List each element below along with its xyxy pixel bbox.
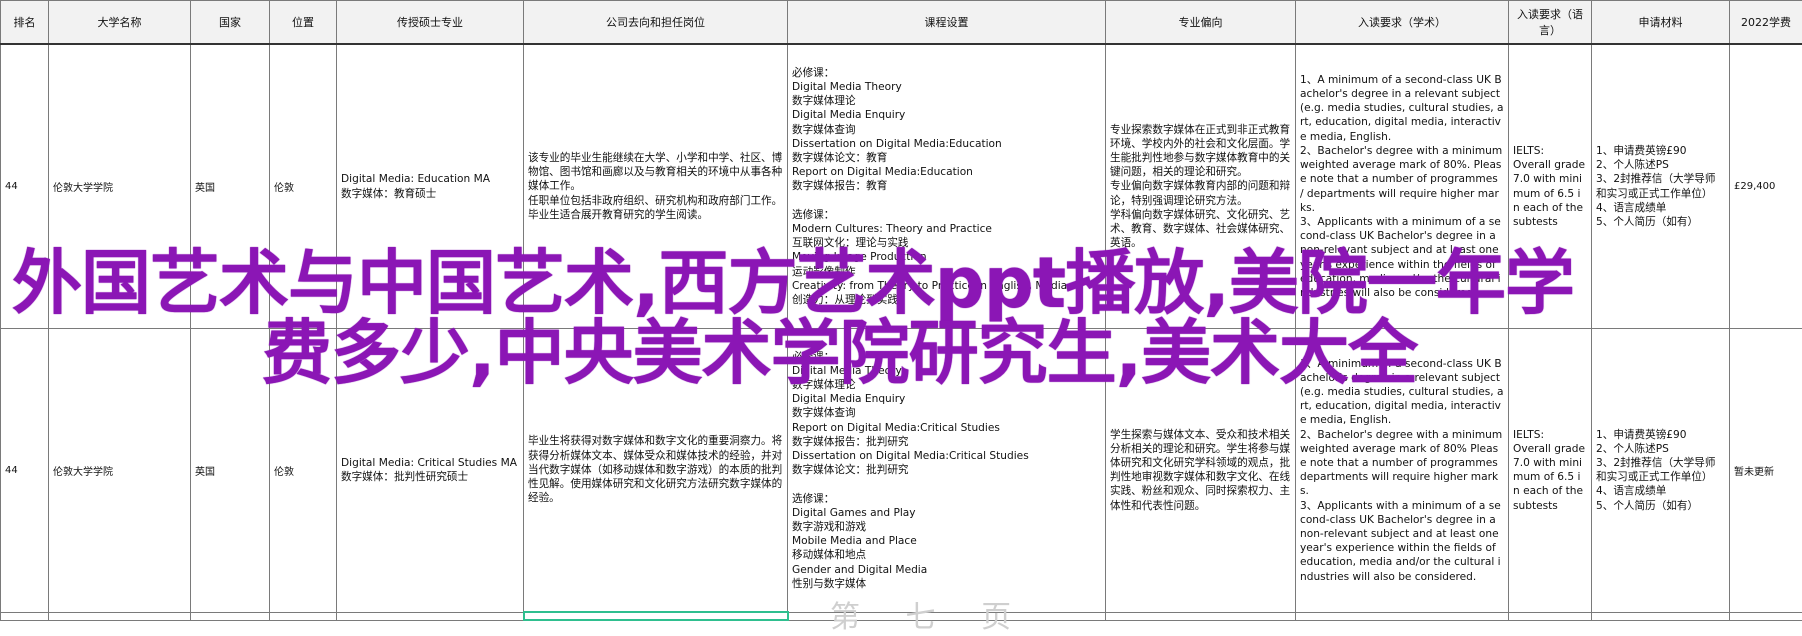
- cell-empty[interactable]: [49, 612, 191, 620]
- ghost-page-text: 第 七 页: [830, 592, 1029, 636]
- cell-academic[interactable]: 1、A minimum of a second-class UK Bachelo…: [1296, 329, 1509, 613]
- cell-courses[interactable]: 必修课： Digital Media Theory 数字媒体理论 Digital…: [788, 44, 1106, 329]
- header-careers[interactable]: 公司去向和担任岗位: [524, 1, 788, 45]
- cell-careers[interactable]: 该专业的毕业生能继续在大学、小学和中学、社区、博物馆、图书馆和画廊以及与教育相关…: [524, 44, 788, 329]
- cell-rank[interactable]: 44: [1, 329, 49, 613]
- cell-empty[interactable]: [1592, 612, 1730, 620]
- header-university[interactable]: 大学名称: [49, 1, 191, 45]
- cell-program[interactable]: Digital Media: Education MA 数字媒体：教育硕士: [337, 44, 524, 329]
- header-program[interactable]: 传授硕士专业: [337, 1, 524, 45]
- cell-focus[interactable]: 学生探索与媒体文本、受众和技术相关分析相关的理论和研究。学生将参与媒体研究和文化…: [1106, 329, 1296, 613]
- header-country[interactable]: 国家: [191, 1, 270, 45]
- cell-empty[interactable]: [337, 612, 524, 620]
- header-fee[interactable]: 2022学费: [1730, 1, 1802, 45]
- table-row: 44 伦敦大学学院 英国 伦敦 Digital Media: Education…: [1, 44, 1802, 329]
- cell-empty[interactable]: [191, 612, 270, 620]
- cell-empty[interactable]: [1509, 612, 1592, 620]
- cell-courses[interactable]: 必修课： Digital Media Theory 数字媒体理论 Digital…: [788, 329, 1106, 613]
- cell-empty[interactable]: [1106, 612, 1296, 620]
- cell-location[interactable]: 伦敦: [270, 329, 337, 613]
- spreadsheet-table: 排名 大学名称 国家 位置 传授硕士专业 公司去向和担任岗位 课程设置 专业偏向…: [0, 0, 1802, 621]
- cell-language[interactable]: IELTS: Overall grade 7.0 with minimum of…: [1509, 44, 1592, 329]
- cell-program[interactable]: Digital Media: Critical Studies MA 数字媒体：…: [337, 329, 524, 613]
- cell-careers[interactable]: 毕业生将获得对数字媒体和数字文化的重要洞察力。将获得分析媒体文本、媒体受众和媒体…: [524, 329, 788, 613]
- cell-academic[interactable]: 1、A minimum of a second-class UK Bachelo…: [1296, 44, 1509, 329]
- cell-country[interactable]: 英国: [191, 329, 270, 613]
- header-academic[interactable]: 入读要求（学术）: [1296, 1, 1509, 45]
- cell-empty[interactable]: [270, 612, 337, 620]
- header-rank[interactable]: 排名: [1, 1, 49, 45]
- cell-empty[interactable]: [1, 612, 49, 620]
- header-language[interactable]: 入读要求（语言）: [1509, 1, 1592, 45]
- selected-cell[interactable]: [524, 612, 788, 620]
- cell-country[interactable]: 英国: [191, 44, 270, 329]
- cell-university[interactable]: 伦敦大学学院: [49, 44, 191, 329]
- cell-rank[interactable]: 44: [1, 44, 49, 329]
- table-row: 44 伦敦大学学院 英国 伦敦 Digital Media: Critical …: [1, 329, 1802, 613]
- header-focus[interactable]: 专业偏向: [1106, 1, 1296, 45]
- header-row: 排名 大学名称 国家 位置 传授硕士专业 公司去向和担任岗位 课程设置 专业偏向…: [1, 1, 1802, 45]
- cell-empty[interactable]: [1730, 612, 1802, 620]
- cell-focus[interactable]: 专业探索数字媒体在正式到非正式教育环境、学校内外的社会和文化层面。学生能批判性地…: [1106, 44, 1296, 329]
- cell-fee[interactable]: 暂未更新: [1730, 329, 1802, 613]
- header-courses[interactable]: 课程设置: [788, 1, 1106, 45]
- cell-university[interactable]: 伦敦大学学院: [49, 329, 191, 613]
- cell-materials[interactable]: 1、申请费英镑£90 2、个人陈述PS 3、2封推荐信（大学导师和实习或正式工作…: [1592, 329, 1730, 613]
- cell-materials[interactable]: 1、申请费英镑£90 2、个人陈述PS 3、2封推荐信（大学导师和实习或正式工作…: [1592, 44, 1730, 329]
- cell-empty[interactable]: [1296, 612, 1509, 620]
- header-location[interactable]: 位置: [270, 1, 337, 45]
- cell-language[interactable]: IELTS: Overall grade 7.0 with minimum of…: [1509, 329, 1592, 613]
- header-materials[interactable]: 申请材料: [1592, 1, 1730, 45]
- cell-fee[interactable]: £29,400: [1730, 44, 1802, 329]
- cell-location[interactable]: 伦敦: [270, 44, 337, 329]
